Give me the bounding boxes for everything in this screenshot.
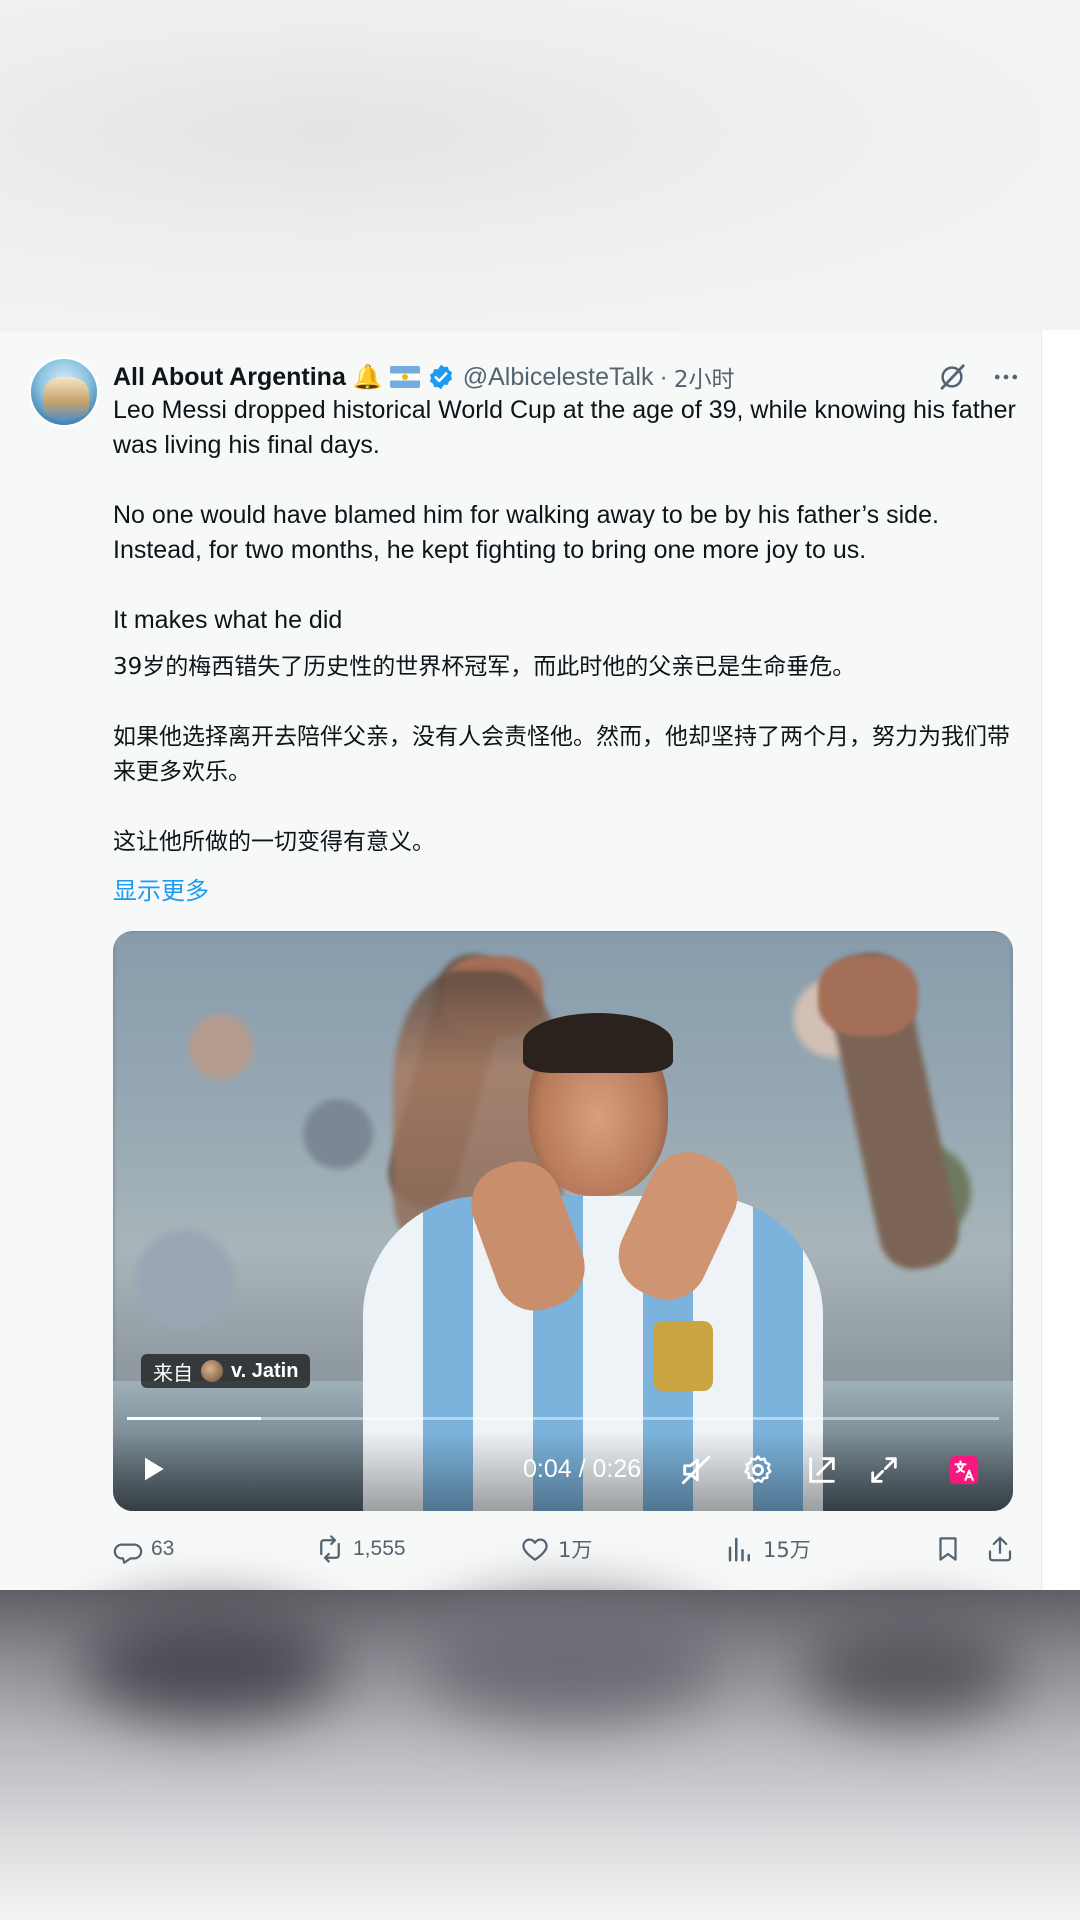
- like-button[interactable]: 1万: [520, 1529, 592, 1569]
- more-icon[interactable]: [991, 362, 1021, 392]
- tweet-paragraph: It makes what he did: [113, 606, 343, 634]
- views-count: 15万: [763, 1538, 811, 1562]
- translated-paragraph: 39岁的梅西错失了历史性的世界杯冠军，而此时他的父亲已是生命垂危。: [113, 654, 856, 680]
- source-avatar: [201, 1360, 223, 1382]
- fullscreen-icon[interactable]: [867, 1453, 901, 1487]
- reply-count: 63: [151, 1537, 175, 1560]
- video-progress-fill: [127, 1417, 262, 1420]
- source-name: v. Jatin: [231, 1359, 299, 1382]
- blurred-background-top: [0, 0, 1080, 330]
- verified-badge-icon[interactable]: [427, 363, 455, 391]
- author-handle[interactable]: @AlbicelesteTalk: [463, 363, 654, 392]
- tweet-actions: 63 1,555 1万 15万: [113, 1529, 1018, 1569]
- tweet-paragraph: No one would have blamed him for walking…: [113, 501, 939, 564]
- video-source-attribution[interactable]: 来自 v. Jatin: [141, 1354, 311, 1388]
- picture-in-picture-icon[interactable]: [805, 1453, 839, 1487]
- tweet-card[interactable]: All About Argentina 🔔 @AlbicelesteTalk ·…: [0, 330, 1042, 1590]
- grok-icon[interactable]: [937, 362, 967, 392]
- gear-icon[interactable]: [741, 1453, 775, 1487]
- reply-button[interactable]: 63: [113, 1529, 174, 1569]
- reply-icon: [113, 1543, 143, 1564]
- tweet-body: Leo Messi dropped historical World Cup a…: [113, 393, 1018, 860]
- author-avatar[interactable]: [29, 357, 99, 427]
- bookmark-button[interactable]: [933, 1529, 963, 1569]
- video-player[interactable]: 来自 v. Jatin 0:04 / 0:26: [113, 931, 1013, 1511]
- blurred-background-bottom: [0, 1590, 1080, 1920]
- share-icon: [988, 1536, 1012, 1562]
- translated-paragraph: 这让他所做的一切变得有意义。: [113, 829, 435, 855]
- video-controls: 0:04 / 0:26: [113, 1431, 1013, 1511]
- author-name[interactable]: All About Argentina: [113, 363, 346, 392]
- avatar-image: [43, 377, 89, 417]
- source-label: 来自: [153, 1360, 193, 1385]
- like-count: 1万: [558, 1538, 593, 1562]
- bell-emoji-icon: 🔔: [352, 363, 383, 391]
- share-button[interactable]: [985, 1529, 1015, 1569]
- heart-icon: [522, 1538, 548, 1561]
- separator-dot: ·: [659, 362, 668, 391]
- repost-count: 1,555: [353, 1537, 406, 1560]
- translated-paragraph: 如果他选择离开去陪伴父亲，没有人会责怪他。然而，他却坚持了两个月，努力为我们带来…: [113, 724, 1010, 785]
- bookmark-icon: [939, 1537, 957, 1561]
- header-actions: [937, 359, 1021, 395]
- repost-button[interactable]: 1,555: [315, 1529, 406, 1569]
- volume-muted-icon[interactable]: [679, 1453, 713, 1487]
- tweet-timestamp[interactable]: 2小时: [674, 360, 735, 394]
- repost-icon: [320, 1535, 340, 1563]
- views-button[interactable]: 15万: [725, 1529, 811, 1569]
- argentina-flag-icon: [389, 366, 420, 388]
- translate-icon[interactable]: [947, 1453, 981, 1487]
- video-progress-bar[interactable]: [127, 1417, 999, 1420]
- video-time: 0:04 / 0:26: [523, 1455, 642, 1483]
- tweet-header: All About Argentina 🔔 @AlbicelesteTalk ·…: [113, 359, 1021, 395]
- play-icon[interactable]: [137, 1453, 169, 1485]
- views-chart-icon: [728, 1537, 750, 1562]
- tweet-paragraph: Leo Messi dropped historical World Cup a…: [113, 396, 1016, 459]
- show-more-link[interactable]: 显示更多: [113, 871, 209, 906]
